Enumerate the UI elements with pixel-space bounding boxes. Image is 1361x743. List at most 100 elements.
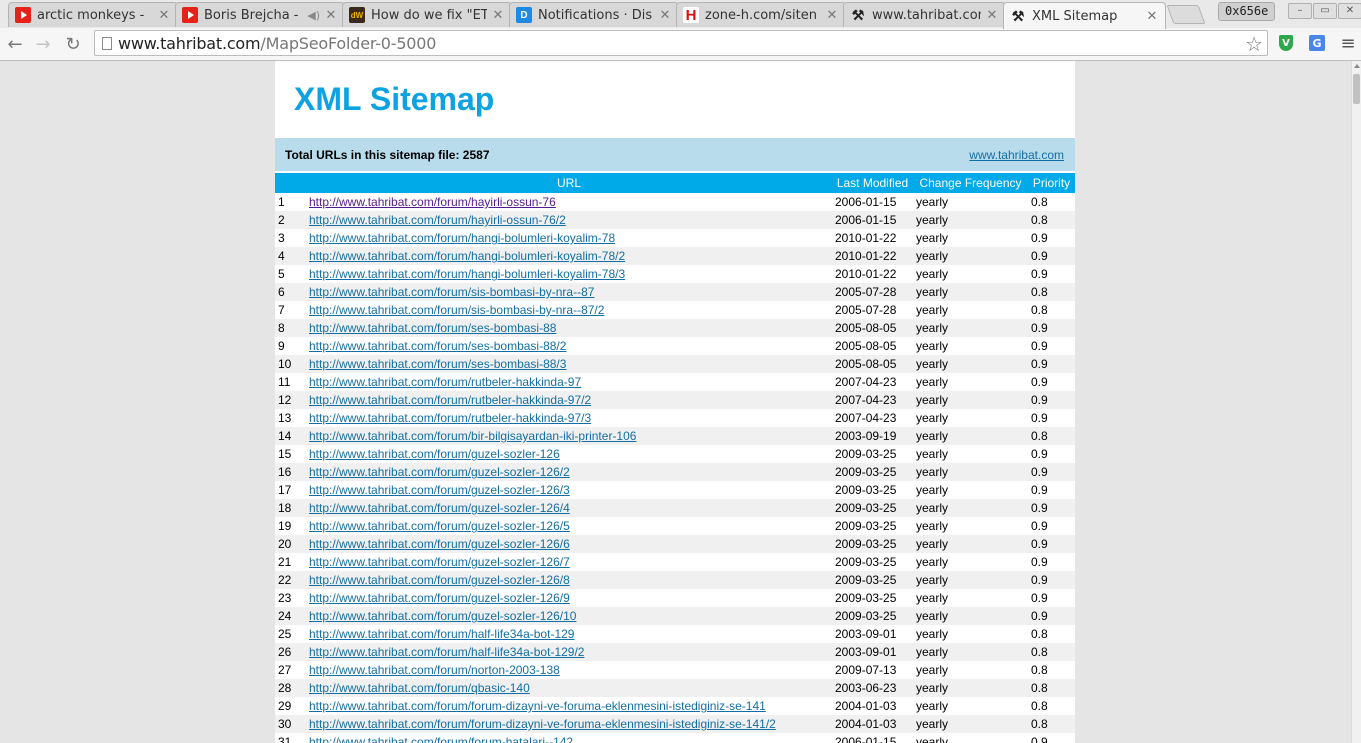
sitemap-url-link[interactable]: http://www.tahribat.com/forum/guzel-sozl…	[309, 591, 570, 605]
shield-extension-icon[interactable]: V	[1276, 33, 1296, 53]
table-row: 18 http://www.tahribat.com/forum/guzel-so…	[275, 499, 1075, 517]
sitemap-url-link[interactable]: http://www.tahribat.com/forum/hayirli-os…	[309, 213, 566, 227]
row-priority: 0.8	[1031, 303, 1048, 317]
maximize-button[interactable]: ▭	[1313, 3, 1337, 19]
sitemap-url-link[interactable]: http://www.tahribat.com/forum/ses-bombas…	[309, 357, 566, 371]
sitemap-url-link[interactable]: http://www.tahribat.com/forum/half-life3…	[309, 627, 574, 641]
sitemap-url-link[interactable]: http://www.tahribat.com/forum/guzel-sozl…	[309, 537, 570, 551]
row-last-modified: 2005-08-05	[835, 339, 897, 353]
header-url[interactable]: URL	[306, 173, 832, 193]
sitemap-url-link[interactable]: http://www.tahribat.com/forum/guzel-sozl…	[309, 519, 570, 533]
sitemap-url-link[interactable]: http://www.tahribat.com/forum/sis-bombas…	[309, 285, 594, 299]
reload-button[interactable]: ↻	[61, 32, 85, 56]
row-last-modified: 2005-07-28	[835, 303, 897, 317]
sitemap-url-link[interactable]: http://www.tahribat.com/forum/guzel-sozl…	[309, 483, 570, 497]
row-priority: 0.9	[1031, 447, 1048, 461]
address-text[interactable]: www.tahribat.com/MapSeoFolder-0-5000	[118, 34, 436, 53]
row-change-frequency: yearly	[916, 303, 949, 317]
tab-close-icon[interactable]: ✕	[985, 8, 999, 23]
translate-extension-icon[interactable]: G	[1307, 33, 1327, 53]
sitemap-url-link[interactable]: http://www.tahribat.com/forum/sis-bombas…	[309, 303, 604, 317]
tab-title: Notifications · Dis	[538, 7, 653, 23]
tab-title: arctic monkeys -	[37, 7, 145, 23]
header-change-frequency[interactable]: Change Frequency	[913, 173, 1028, 193]
row-url-cell: http://www.tahribat.com/forum/guzel-sozl…	[306, 589, 832, 607]
tab-close-icon[interactable]: ✕	[825, 8, 839, 23]
page-icon	[102, 37, 112, 50]
sitemap-url-link[interactable]: http://www.tahribat.com/forum/hangi-bolu…	[309, 231, 615, 245]
browser-tab[interactable]: Boris Brejcha - ◀) ✕	[175, 2, 345, 27]
sitemap-url-link[interactable]: http://www.tahribat.com/forum/forum-diza…	[309, 699, 766, 713]
row-priority: 0.8	[1028, 211, 1075, 229]
close-window-button[interactable]: ✕	[1338, 3, 1361, 19]
new-tab-button[interactable]	[1166, 5, 1206, 24]
sitemap-url-link[interactable]: http://www.tahribat.com/forum/qbasic-140	[309, 681, 530, 695]
row-number: 10	[275, 355, 306, 373]
bookmark-star-icon[interactable]: ☆	[1245, 32, 1263, 56]
browser-tab[interactable]: D Notifications · Dis ✕	[509, 2, 679, 27]
browser-tab[interactable]: Hzone-h.com/siten ✕	[676, 2, 846, 27]
table-row: 19 http://www.tahribat.com/forum/guzel-so…	[275, 517, 1075, 535]
browser-tab[interactable]: dW How do we fix "ET ✕	[342, 2, 512, 27]
row-url-cell: http://www.tahribat.com/forum/guzel-sozl…	[306, 607, 832, 625]
sitemap-url-link[interactable]: http://www.tahribat.com/forum/forum-hata…	[309, 735, 573, 743]
sitemap-url-link[interactable]: http://www.tahribat.com/forum/hangi-bolu…	[309, 267, 625, 281]
row-change-frequency: yearly	[916, 663, 949, 677]
table-row: 7 http://www.tahribat.com/forum/sis-bomba…	[275, 301, 1075, 319]
sitemap-url-link[interactable]: http://www.tahribat.com/forum/guzel-sozl…	[309, 573, 570, 587]
sitemap-url-link[interactable]: http://www.tahribat.com/forum/guzel-sozl…	[309, 609, 576, 623]
sitemap-url-link[interactable]: http://www.tahribat.com/forum/rutbeler-h…	[309, 375, 581, 389]
profile-badge[interactable]: 0x656e	[1218, 2, 1276, 21]
sitemap-url-link[interactable]: http://www.tahribat.com/forum/forum-diza…	[309, 717, 776, 731]
header-priority[interactable]: Priority	[1028, 173, 1075, 193]
sitemap-url-link[interactable]: http://www.tahribat.com/forum/ses-bombas…	[309, 321, 556, 335]
browser-tab[interactable]: ⚒ www.tahribat.com ✕	[843, 2, 1006, 27]
menu-icon[interactable]: ≡	[1338, 33, 1358, 54]
minimize-button[interactable]: –	[1288, 3, 1312, 19]
row-number: 3	[278, 231, 285, 245]
sitemap-url-link[interactable]: http://www.tahribat.com/forum/half-life3…	[309, 645, 584, 659]
sitemap-url-link[interactable]: http://www.tahribat.com/forum/guzel-sozl…	[309, 555, 570, 569]
table-row: 6 http://www.tahribat.com/forum/sis-bomba…	[275, 283, 1075, 301]
tab-close-icon[interactable]: ✕	[1145, 9, 1159, 24]
row-last-modified: 2009-03-25	[835, 555, 897, 569]
sitemap-url-link[interactable]: http://www.tahribat.com/forum/guzel-sozl…	[309, 447, 560, 461]
forward-button[interactable]: →	[31, 32, 55, 56]
scrollbar-thumb[interactable]	[1353, 74, 1360, 104]
back-button[interactable]: ←	[3, 32, 27, 56]
vertical-scrollbar[interactable]	[1351, 61, 1361, 743]
sitemap-url-link[interactable]: http://www.tahribat.com/forum/guzel-sozl…	[309, 465, 570, 479]
row-number: 14	[275, 427, 306, 445]
audio-playing-icon[interactable]: ◀)	[307, 9, 320, 22]
sitemap-url-link[interactable]: http://www.tahribat.com/forum/hayirli-os…	[309, 195, 556, 209]
row-priority: 0.9	[1028, 355, 1075, 373]
browser-tab[interactable]: arctic monkeys - ✕	[8, 2, 178, 27]
table-row: 23 http://www.tahribat.com/forum/guzel-so…	[275, 589, 1075, 607]
sitemap-url-link[interactable]: http://www.tahribat.com/forum/bir-bilgis…	[309, 429, 636, 443]
tab-close-icon[interactable]: ✕	[157, 8, 171, 23]
row-number: 6	[275, 283, 306, 301]
sitemap-url-link[interactable]: http://www.tahribat.com/forum/ses-bombas…	[309, 339, 566, 353]
site-home-link[interactable]: www.tahribat.com	[969, 148, 1064, 162]
sitemap-url-link[interactable]: http://www.tahribat.com/forum/rutbeler-h…	[309, 411, 591, 425]
sitemap-url-link[interactable]: http://www.tahribat.com/forum/hangi-bolu…	[309, 249, 625, 263]
scroll-up-arrow-icon[interactable]	[1354, 64, 1360, 68]
row-priority: 0.9	[1031, 555, 1048, 569]
row-url-cell: http://www.tahribat.com/forum/hayirli-os…	[306, 193, 832, 211]
tab-close-icon[interactable]: ✕	[324, 8, 338, 23]
header-last-modified[interactable]: Last Modified	[832, 173, 913, 193]
sitemap-url-link[interactable]: http://www.tahribat.com/forum/guzel-sozl…	[309, 501, 570, 515]
row-change-frequency: yearly	[913, 427, 1028, 445]
sitemap-url-link[interactable]: http://www.tahribat.com/forum/rutbeler-h…	[309, 393, 591, 407]
row-url-cell: http://www.tahribat.com/forum/rutbeler-h…	[306, 409, 832, 427]
tab-close-icon[interactable]: ✕	[491, 8, 505, 23]
row-number: 27	[278, 663, 292, 677]
back-arrow-icon: ←	[7, 33, 23, 55]
address-bar[interactable]: www.tahribat.com/MapSeoFolder-0-5000 ☆	[94, 30, 1268, 56]
tab-close-icon[interactable]: ✕	[658, 8, 672, 23]
header-number	[275, 173, 306, 193]
browser-tab[interactable]: ⚒ XML Sitemap ✕	[1003, 2, 1166, 29]
sitemap-url-link[interactable]: http://www.tahribat.com/forum/norton-200…	[309, 663, 560, 677]
row-priority: 0.9	[1031, 231, 1048, 245]
row-number: 25	[278, 627, 292, 641]
